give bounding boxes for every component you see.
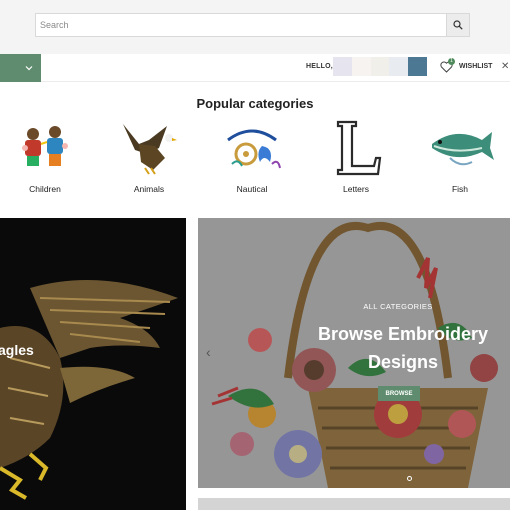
eagle-embroidery-image — [0, 280, 178, 500]
nav-bar: HELLO, 1 WISHLIST ✕ — [0, 54, 510, 82]
eagles-banner-title: agles — [0, 342, 34, 358]
nautical-embroidery-image — [227, 129, 281, 169]
wishlist-link[interactable]: WISHLIST — [459, 63, 492, 70]
chevron-down-icon — [25, 66, 33, 71]
popular-categories-title: Popular categories — [196, 96, 314, 111]
redacted-username-block — [371, 57, 390, 76]
eagle-embroidery-image — [123, 124, 177, 175]
hero-subtitle: ALL CATEGORIES — [363, 302, 433, 311]
category-animals[interactable]: Animals — [109, 118, 189, 198]
eagles-banner[interactable]: agles — [0, 218, 186, 510]
category-label: Fish — [451, 184, 469, 194]
category-nautical[interactable]: Nautical — [212, 118, 292, 198]
categories-menu-button[interactable] — [0, 54, 41, 82]
top-bar — [0, 0, 510, 54]
search-box — [35, 13, 470, 37]
fish-embroidery-image — [432, 132, 494, 166]
category-label: Children — [29, 184, 61, 194]
children-embroidery-image — [22, 126, 68, 166]
carousel-dot[interactable] — [407, 476, 412, 481]
hello-label: HELLO, — [306, 63, 333, 70]
redacted-username-block — [408, 57, 427, 76]
category-letters[interactable]: Letters — [316, 118, 396, 198]
search-icon — [453, 20, 463, 30]
category-fish[interactable]: Fish — [420, 118, 500, 198]
next-banner-edge — [198, 498, 510, 510]
hero-carousel: ‹ ALL CATEGORIES Browse Embroidery Desig… — [198, 218, 510, 488]
search-button[interactable] — [446, 14, 469, 36]
close-icon[interactable]: ✕ — [501, 61, 509, 72]
wishlist-count-badge: 1 — [448, 58, 455, 65]
redacted-username-block — [352, 57, 371, 76]
hero-title: Browse Embroidery Designs — [317, 324, 489, 372]
redacted-username-block — [333, 57, 352, 76]
category-children[interactable]: Children — [5, 118, 85, 198]
letter-l-embroidery-image — [336, 120, 382, 176]
category-label: Animals — [133, 184, 165, 194]
category-label: Letters — [343, 184, 369, 194]
category-label: Nautical — [236, 184, 268, 194]
browse-button[interactable]: BROWSE — [378, 386, 420, 401]
carousel-prev-arrow[interactable]: ‹ — [206, 344, 211, 360]
search-input[interactable] — [36, 14, 446, 36]
redacted-username-block — [389, 57, 408, 76]
